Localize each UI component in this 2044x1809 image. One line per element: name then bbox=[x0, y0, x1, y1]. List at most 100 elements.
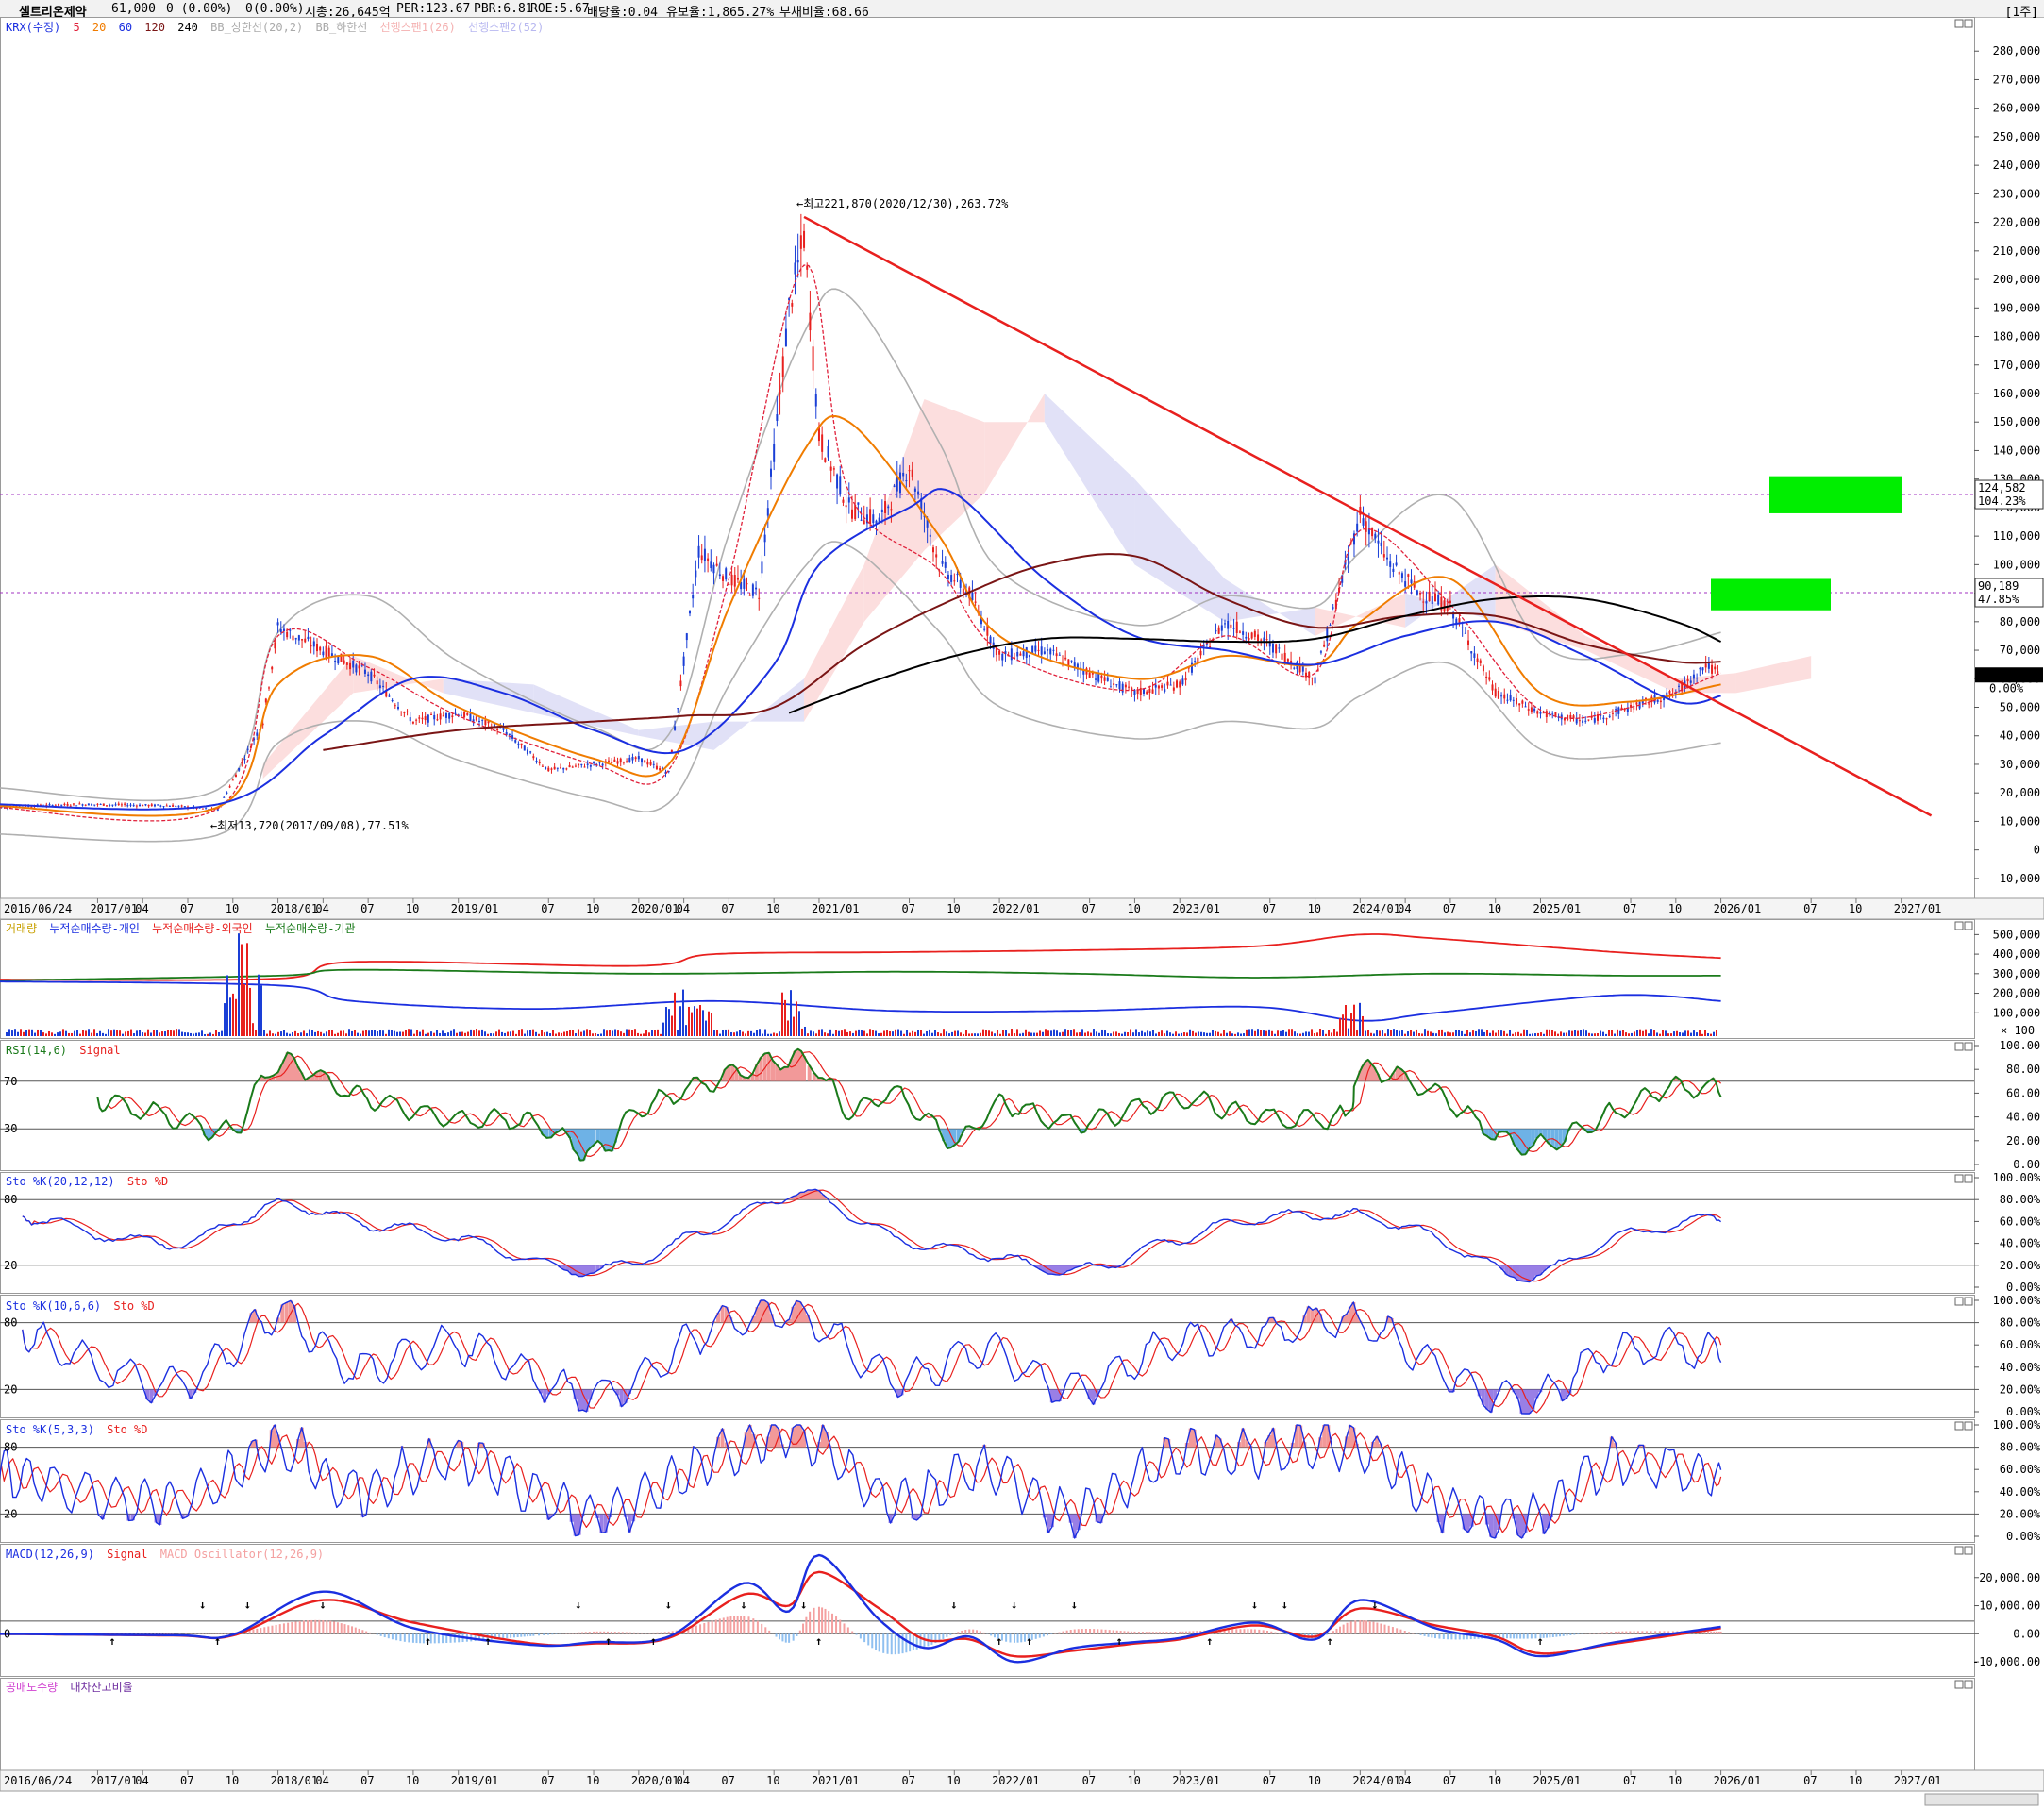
volume-bar bbox=[912, 1030, 913, 1036]
panel-minimize-button[interactable] bbox=[1954, 921, 1964, 930]
panel-minimize-button[interactable] bbox=[1954, 1546, 1964, 1555]
macd-axis-tick-label: 0.00 bbox=[2013, 1627, 2040, 1640]
panel-controls-sto2[interactable] bbox=[1954, 1297, 1973, 1306]
level2-label-pct: 47.85% bbox=[1978, 593, 2019, 606]
panel-controls-price[interactable] bbox=[1954, 19, 1973, 28]
x-tick-label: 10 bbox=[586, 902, 599, 915]
candle-body bbox=[836, 474, 839, 489]
x-tick-label: 10 bbox=[1127, 1774, 1140, 1787]
candle-body bbox=[1518, 703, 1521, 706]
volume-bar bbox=[872, 1030, 874, 1036]
candle-body bbox=[809, 312, 812, 331]
candle-body bbox=[301, 639, 304, 641]
volume-bar bbox=[1382, 1030, 1383, 1036]
x-tick-label: 07 bbox=[721, 902, 734, 915]
volume-bar bbox=[572, 1030, 574, 1036]
panel-close-button[interactable] bbox=[1964, 1546, 1973, 1555]
volume-bar bbox=[391, 1030, 393, 1036]
volume-bar bbox=[1416, 1029, 1417, 1036]
candle-body bbox=[703, 548, 706, 561]
candle-body bbox=[48, 804, 51, 806]
volume-bar bbox=[764, 1029, 766, 1036]
panel-close-button[interactable] bbox=[1964, 1421, 1973, 1431]
candle-body bbox=[674, 726, 677, 730]
volume-bar bbox=[1229, 1031, 1231, 1036]
panel-minimize-button[interactable] bbox=[1954, 1421, 1964, 1431]
candle-body bbox=[998, 650, 1001, 655]
volume-bar bbox=[674, 992, 676, 1036]
candle-body bbox=[1380, 542, 1382, 546]
macd-buy-arrow: ↑ bbox=[1116, 1634, 1123, 1648]
volume-bar bbox=[595, 1032, 596, 1036]
panel-controls-vol[interactable] bbox=[1954, 921, 1973, 930]
panel-minimize-button[interactable] bbox=[1954, 19, 1964, 28]
panel-close-button[interactable] bbox=[1964, 1680, 1973, 1689]
price-axis-tick-label: 70,000 bbox=[2000, 644, 2040, 657]
volume-bar bbox=[1022, 1032, 1024, 1036]
volume-bar bbox=[784, 999, 786, 1036]
candle-body bbox=[1701, 667, 1704, 671]
panel-controls-macd[interactable] bbox=[1954, 1546, 1973, 1555]
panel-close-button[interactable] bbox=[1964, 1042, 1973, 1051]
volume-bar bbox=[1469, 1032, 1471, 1036]
volume-bar bbox=[487, 1033, 489, 1036]
volume-bar bbox=[167, 1030, 169, 1036]
panel-minimize-button[interactable] bbox=[1954, 1174, 1964, 1183]
zoom-scrollbar[interactable] bbox=[1924, 1793, 2039, 1806]
volume-bar bbox=[198, 1032, 200, 1036]
volume-bar bbox=[889, 1030, 891, 1036]
panel-controls-rsi[interactable] bbox=[1954, 1042, 1973, 1051]
volume-bar bbox=[28, 1029, 30, 1036]
x-tick-label: 04 bbox=[1398, 902, 1411, 915]
volume-bar bbox=[1475, 1030, 1477, 1036]
panel-controls-sto1[interactable] bbox=[1954, 1174, 1973, 1183]
macd-buy-arrow: ↑ bbox=[1206, 1634, 1213, 1648]
candle-body bbox=[839, 476, 842, 494]
candle-body bbox=[132, 805, 135, 807]
panel-minimize-button[interactable] bbox=[1954, 1680, 1964, 1689]
volume-bar bbox=[1656, 1032, 1658, 1036]
panel-close-button[interactable] bbox=[1964, 19, 1973, 28]
panel-close-button[interactable] bbox=[1964, 1174, 1973, 1183]
chart-canvas[interactable]: 2016/06/242016/06/242017/012017/01040407… bbox=[0, 17, 2044, 1809]
x-tick-label: 07 bbox=[902, 1774, 915, 1787]
ichimoku-cloud-segment bbox=[1134, 478, 1226, 622]
sto3-axis-tick-label: 100.00% bbox=[1993, 1418, 2041, 1432]
candle-body bbox=[1659, 700, 1662, 703]
candle-body bbox=[829, 466, 832, 471]
volume-bar bbox=[241, 944, 243, 1036]
volume-bar bbox=[1192, 1030, 1194, 1036]
candle-body bbox=[411, 721, 414, 724]
volume-bar bbox=[263, 1030, 265, 1036]
panel-controls-sto3[interactable] bbox=[1954, 1421, 1973, 1431]
candle-body bbox=[619, 758, 622, 763]
volume-bar bbox=[238, 933, 240, 1036]
axes-layer: 2016/06/242016/06/242017/012017/01040407… bbox=[4, 19, 2041, 1806]
candle-body bbox=[1382, 554, 1385, 558]
panel-controls-short[interactable] bbox=[1954, 1680, 1973, 1689]
macd-sell-arrow: ↓ bbox=[575, 1599, 581, 1612]
x-tick-label: 2019/01 bbox=[451, 1774, 499, 1787]
panel-close-button[interactable] bbox=[1964, 921, 1973, 930]
x-tick-label: 10 bbox=[406, 902, 419, 915]
volume-bar bbox=[156, 1030, 158, 1036]
volume-bar bbox=[1345, 1005, 1347, 1036]
volume-bar bbox=[1396, 1030, 1398, 1036]
volume-bar bbox=[93, 1029, 95, 1036]
candle-body bbox=[824, 458, 827, 462]
sto1-axis-tick-label: 80.00% bbox=[2000, 1193, 2041, 1206]
panel-minimize-button[interactable] bbox=[1954, 1042, 1964, 1051]
panel-minimize-button[interactable] bbox=[1954, 1297, 1964, 1306]
candle-body bbox=[890, 509, 893, 511]
volume-bar bbox=[660, 1033, 662, 1036]
volume-bar bbox=[422, 1029, 424, 1036]
volume-bar bbox=[770, 1033, 772, 1036]
candle-body bbox=[679, 680, 682, 687]
volume-bar bbox=[1696, 1032, 1698, 1036]
macd-buy-arrow: ↑ bbox=[815, 1634, 822, 1648]
panel-close-button[interactable] bbox=[1964, 1297, 1973, 1306]
macd-zero-label: 0 bbox=[4, 1627, 10, 1640]
volume-bar bbox=[297, 1033, 299, 1036]
volume-bar bbox=[173, 1030, 175, 1036]
candle-body bbox=[352, 660, 355, 668]
